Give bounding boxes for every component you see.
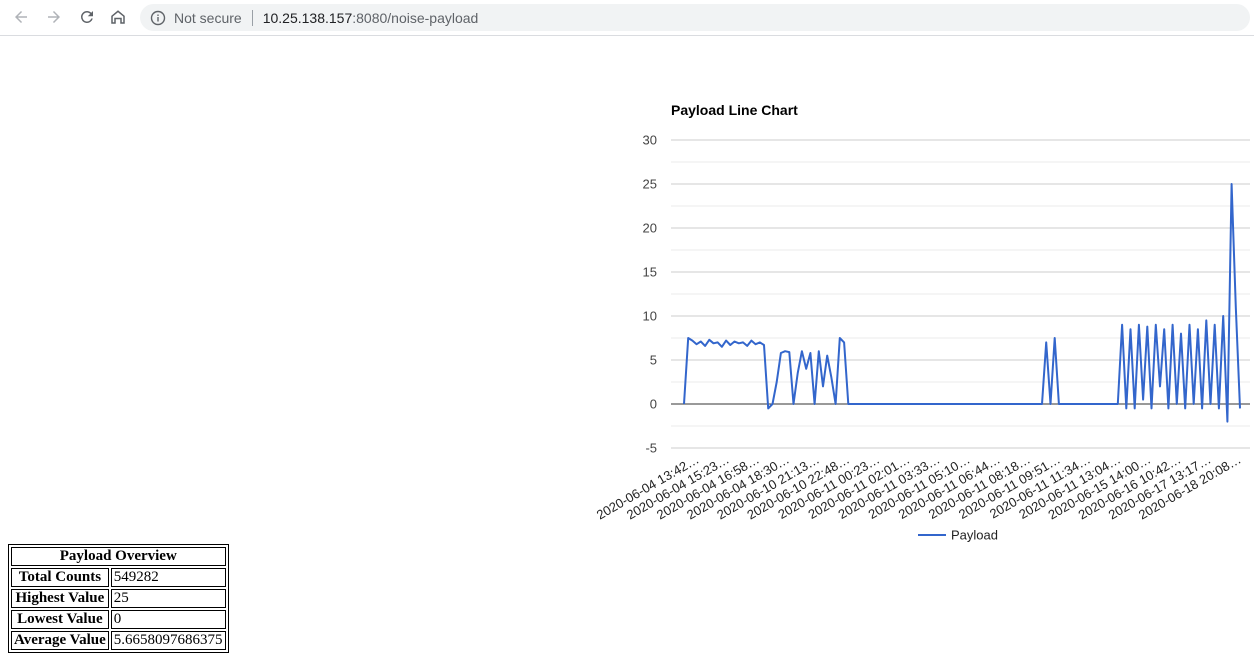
row-label: Total Counts [11,568,109,587]
row-value: 0 [110,610,226,629]
chart-title: Payload Line Chart [671,102,798,118]
payload-overview-table: Payload Overview Total Counts 549282 Hig… [8,544,229,653]
y-tick-label: 30 [643,133,657,148]
y-tick-label: 0 [650,397,657,412]
table-row: Lowest Value 0 [11,610,226,629]
row-label: Average Value [11,631,109,650]
y-tick-label: 25 [643,177,657,192]
y-tick-label: 5 [650,353,657,368]
series-line-payload [683,183,1241,423]
row-value: 549282 [110,568,226,587]
legend-label-payload: Payload [951,528,998,543]
y-tick-label: 20 [643,221,657,236]
y-tick-label: -5 [645,441,657,456]
x-axis-ticks: 2020-06-04 13:42…2020-06-04 15:23…2020-0… [594,452,1244,523]
y-tick-label: 10 [643,309,657,324]
table-row: Highest Value 25 [11,589,226,608]
y-tick-label: 15 [643,265,657,280]
table-row: Total Counts 549282 [11,568,226,587]
chart-legend[interactable]: Payload [918,528,998,543]
row-label: Lowest Value [11,610,109,629]
row-label: Highest Value [11,589,109,608]
chart-gridlines [671,139,1250,449]
chart-series [683,183,1241,423]
row-value: 5.6658097686375 [110,631,226,650]
y-axis-ticks: -5 0 5 10 15 20 25 30 [643,133,657,456]
table-row: Average Value 5.6658097686375 [11,631,226,650]
table-caption: Payload Overview [11,547,226,566]
row-value: 25 [110,589,226,608]
table-header-row: Payload Overview [11,547,226,566]
